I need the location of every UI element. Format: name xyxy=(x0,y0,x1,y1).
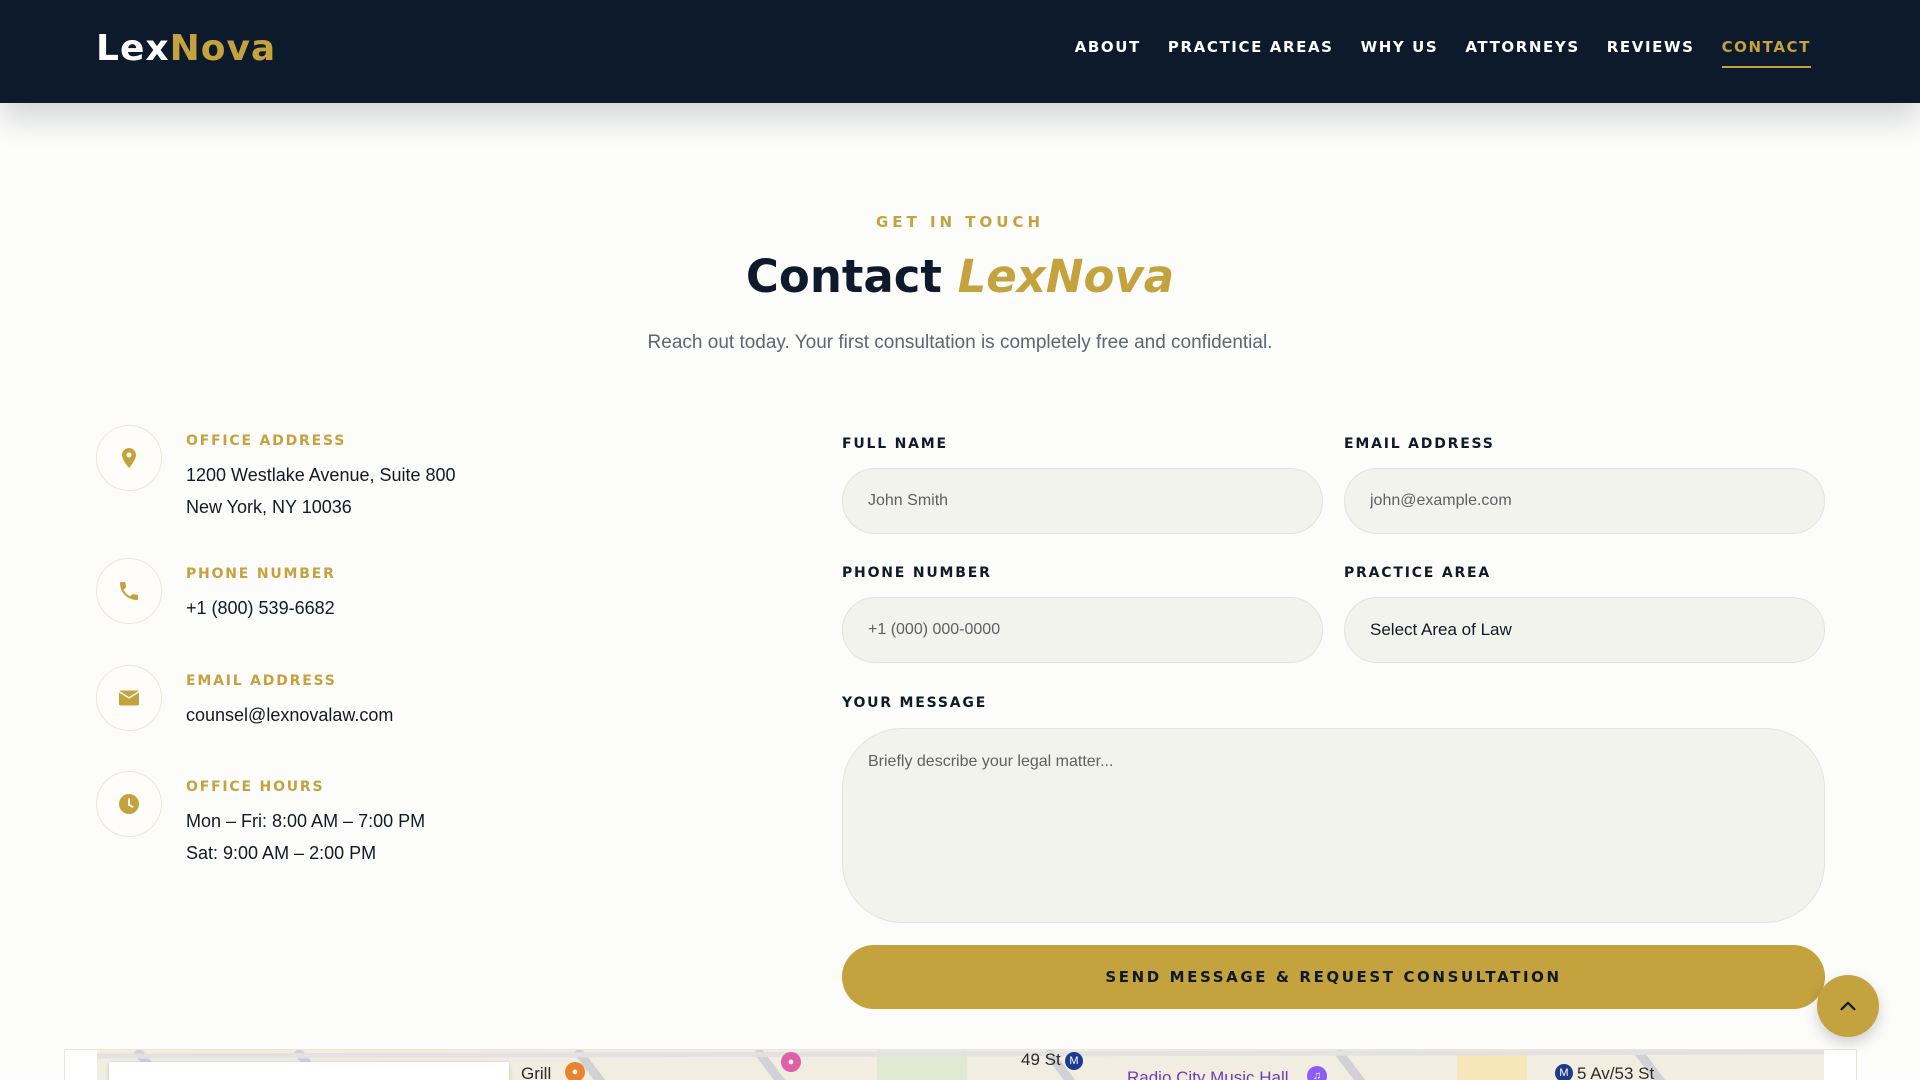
map-label-grill: Grill xyxy=(521,1064,552,1080)
email-input[interactable] xyxy=(1344,468,1825,534)
logo[interactable]: LexNova xyxy=(96,28,276,69)
title-accent: LexNova xyxy=(957,250,1175,303)
info-phone-label: PHONE NUMBER xyxy=(186,566,336,582)
map-canvas[interactable]: Grill ● ● 49 St M Radio City Music Hall … xyxy=(97,1050,1824,1080)
info-hours-line1: Mon – Fri: 8:00 AM – 7:00 PM xyxy=(186,811,426,831)
info-hours-text: OFFICE HOURS Mon – Fri: 8:00 AM – 7:00 P… xyxy=(186,771,425,869)
map-info-card[interactable] xyxy=(109,1062,509,1080)
info-email-line[interactable]: counsel@lexnovalaw.com xyxy=(186,699,393,731)
info-phone-line[interactable]: +1 (800) 539-6682 xyxy=(186,592,336,624)
message-label: YOUR MESSAGE xyxy=(842,695,988,711)
map-embed[interactable]: Grill ● ● 49 St M Radio City Music Hall … xyxy=(64,1049,1857,1080)
main-nav: ABOUT PRACTICE AREAS WHY US ATTORNEYS RE… xyxy=(1075,38,1811,68)
info-email-label: EMAIL ADDRESS xyxy=(186,673,337,689)
nav-item-practice-areas[interactable]: PRACTICE AREAS xyxy=(1168,38,1334,68)
practice-area-selected: Select Area of Law xyxy=(1370,620,1512,639)
map-label-5-av-53-st: 5 Av/53 St xyxy=(1577,1064,1655,1080)
info-address-text: OFFICE ADDRESS 1200 Westlake Avenue, Sui… xyxy=(186,425,456,523)
nav-item-contact[interactable]: CONTACT xyxy=(1721,38,1811,68)
phone-input[interactable] xyxy=(842,597,1323,663)
info-address-label: OFFICE ADDRESS xyxy=(186,433,347,449)
map-marker-icon[interactable]: ● xyxy=(781,1052,801,1072)
map-label-49-st: 49 St xyxy=(1021,1050,1061,1069)
info-address-line1: 1200 Westlake Avenue, Suite 800 xyxy=(186,465,456,485)
envelope-icon xyxy=(96,665,162,731)
clock-icon xyxy=(96,771,162,837)
nav-item-about[interactable]: ABOUT xyxy=(1075,38,1141,68)
info-phone: PHONE NUMBER +1 (800) 539-6682 xyxy=(96,558,336,624)
info-address: OFFICE ADDRESS 1200 Westlake Avenue, Sui… xyxy=(96,425,456,523)
info-hours: OFFICE HOURS Mon – Fri: 8:00 AM – 7:00 P… xyxy=(96,771,425,869)
nav-item-attorneys[interactable]: ATTORNEYS xyxy=(1465,38,1579,68)
submit-button[interactable]: SEND MESSAGE & REQUEST CONSULTATION xyxy=(842,945,1825,1009)
subway-icon-2[interactable]: M xyxy=(1555,1064,1573,1080)
full-name-input[interactable] xyxy=(842,468,1323,534)
info-email-text: EMAIL ADDRESS counsel@lexnovalaw.com xyxy=(186,665,393,731)
practice-area-label: PRACTICE AREA xyxy=(1344,565,1492,581)
music-venue-icon[interactable]: ♫ xyxy=(1307,1066,1327,1080)
section-subtitle: Reach out today. Your first consultation… xyxy=(647,332,1273,353)
info-phone-text: PHONE NUMBER +1 (800) 539-6682 xyxy=(186,558,336,624)
restaurant-icon[interactable]: ● xyxy=(565,1062,585,1080)
chevron-up-icon xyxy=(1840,1001,1856,1011)
info-address-line2: New York, NY 10036 xyxy=(186,497,352,517)
info-hours-line2: Sat: 9:00 AM – 2:00 PM xyxy=(186,843,377,863)
info-hours-label: OFFICE HOURS xyxy=(186,779,325,795)
page-title: Contact LexNova xyxy=(0,250,1920,303)
site-header: LexNova ABOUT PRACTICE AREAS WHY US ATTO… xyxy=(0,0,1920,103)
email-label: EMAIL ADDRESS xyxy=(1344,436,1495,452)
section-eyebrow: GET IN TOUCH xyxy=(875,213,1045,231)
map-label-radio-city: Radio City Music Hall xyxy=(1127,1068,1289,1080)
practice-area-select[interactable]: Select Area of Law xyxy=(1344,597,1825,663)
title-plain: Contact xyxy=(745,250,942,303)
nav-item-reviews[interactable]: REVIEWS xyxy=(1607,38,1695,68)
phone-label: PHONE NUMBER xyxy=(842,565,992,581)
subway-icon[interactable]: M xyxy=(1065,1052,1083,1070)
phone-icon xyxy=(96,558,162,624)
back-to-top-button[interactable] xyxy=(1817,975,1879,1037)
info-email: EMAIL ADDRESS counsel@lexnovalaw.com xyxy=(96,665,393,731)
logo-text-nova: Nova xyxy=(169,28,277,69)
nav-item-why-us[interactable]: WHY US xyxy=(1361,38,1439,68)
map-pin-icon xyxy=(96,425,162,491)
message-textarea[interactable] xyxy=(842,728,1825,923)
full-name-label: FULL NAME xyxy=(842,436,948,452)
logo-text-lex: Lex xyxy=(96,28,170,69)
